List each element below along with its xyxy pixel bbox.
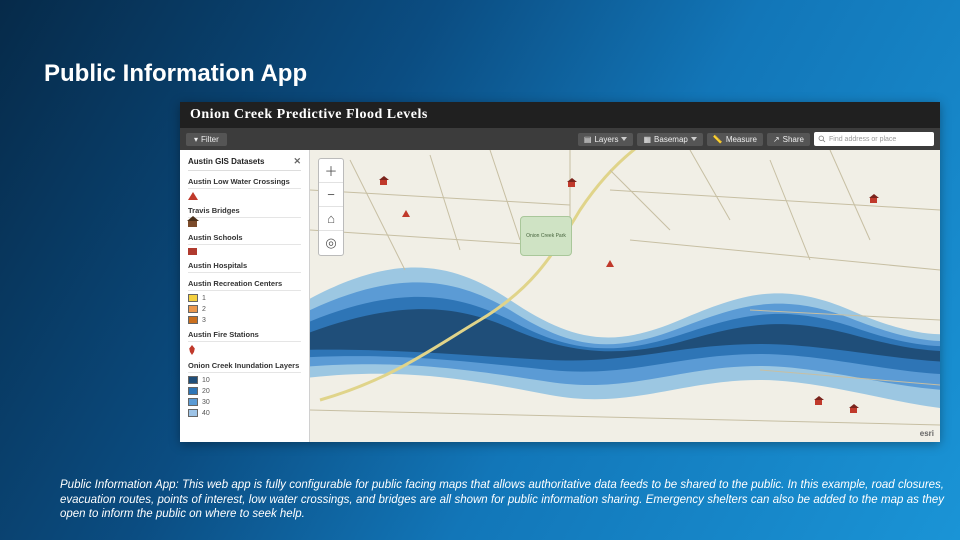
legend-item [188, 192, 301, 200]
chevron-down-icon [691, 137, 697, 141]
locate-button[interactable]: ◎ [319, 231, 343, 255]
flame-icon [188, 345, 196, 355]
attribution: esri [920, 429, 934, 438]
measure-label: Measure [726, 135, 757, 144]
school-marker[interactable] [850, 408, 857, 413]
basemap-label: Basemap [654, 135, 688, 144]
legend-swatch [188, 376, 198, 384]
school-marker[interactable] [815, 400, 822, 405]
share-button[interactable]: ↗ Share [767, 133, 810, 146]
share-label: Share [783, 135, 804, 144]
legend-label: 1 [202, 295, 206, 302]
legend-swatch [188, 316, 198, 324]
grid-icon: ▦ [643, 135, 651, 144]
legend-item: 30 [188, 398, 301, 406]
layers-icon: ▤ [584, 135, 592, 144]
close-icon[interactable]: ✕ [293, 156, 301, 167]
layer-group-label[interactable]: Austin Hospitals [188, 261, 301, 273]
legend-swatch [188, 305, 198, 313]
map-markers [310, 150, 940, 442]
legend-label: 2 [202, 306, 206, 313]
house-icon [188, 221, 197, 227]
filter-button[interactable]: ▾ Filter [186, 133, 227, 146]
crossing-marker[interactable] [606, 260, 614, 267]
legend-label: 30 [202, 399, 210, 406]
basemap-button[interactable]: ▦ Basemap [637, 133, 702, 146]
ruler-icon: 📏 [713, 135, 723, 144]
legend-swatch [188, 398, 198, 406]
legend-label: 20 [202, 388, 210, 395]
map-toolbar: ＋ − ⌂ ◎ [318, 158, 344, 256]
page-title: Public Information App [44, 60, 307, 88]
search-input[interactable]: Find address or place [814, 132, 934, 146]
app-titlebar: Onion Creek Predictive Flood Levels [180, 102, 940, 128]
measure-button[interactable]: 📏 Measure [707, 133, 763, 146]
legend-item: 40 [188, 409, 301, 417]
layer-group-label[interactable]: Austin Schools [188, 233, 301, 245]
search-icon [818, 135, 826, 143]
school-marker[interactable] [870, 198, 877, 203]
warning-triangle-icon [188, 192, 198, 200]
school-icon [188, 248, 197, 255]
layer-group-label[interactable]: Austin Recreation Centers [188, 279, 301, 291]
map-canvas[interactable]: Onion Creek Park ＋ − ⌂ ◎ esri [310, 150, 940, 442]
school-marker[interactable] [380, 180, 387, 185]
layer-group-label[interactable]: Austin Low Water Crossings [188, 177, 301, 189]
legend-item: 20 [188, 387, 301, 395]
layer-group-label[interactable]: Onion Creek Inundation Layers [188, 361, 301, 373]
legend-label: 3 [202, 317, 206, 324]
home-button[interactable]: ⌂ [319, 207, 343, 231]
layers-button[interactable]: ▤ Layers [578, 133, 634, 146]
funnel-icon: ▾ [194, 135, 198, 144]
legend-item [188, 221, 301, 227]
legend-item: 2 [188, 305, 301, 313]
caption-text: Public Information App: This web app is … [60, 478, 944, 522]
search-placeholder: Find address or place [829, 136, 896, 143]
layer-group-label[interactable]: Austin Fire Stations [188, 330, 301, 342]
layers-panel-heading: Austin GIS Datasets [188, 157, 264, 166]
legend-item: 1 [188, 294, 301, 302]
share-icon: ↗ [773, 135, 780, 144]
slide: Public Information App Onion Creek Predi… [0, 0, 960, 540]
school-marker[interactable] [568, 182, 575, 187]
legend-item: 10 [188, 376, 301, 384]
legend-swatch [188, 294, 198, 302]
crossing-marker[interactable] [402, 210, 410, 217]
legend-item: 3 [188, 316, 301, 324]
legend-swatch [188, 409, 198, 417]
legend-swatch [188, 387, 198, 395]
layers-label: Layers [594, 135, 618, 144]
legend-label: 10 [202, 377, 210, 384]
legend-item [188, 345, 301, 355]
legend-label: 40 [202, 410, 210, 417]
legend-item [188, 248, 301, 255]
chevron-down-icon [621, 137, 627, 141]
zoom-out-button[interactable]: − [319, 183, 343, 207]
zoom-in-button[interactable]: ＋ [319, 159, 343, 183]
app-screenshot: Onion Creek Predictive Flood Levels ▾ Fi… [180, 102, 940, 442]
app-toolbar: ▾ Filter ▤ Layers ▦ Basemap 📏 Measure ↗ … [180, 128, 940, 150]
layers-panel: Austin GIS Datasets ✕ Austin Low Water C… [180, 150, 310, 442]
filter-label: Filter [201, 135, 219, 144]
layer-group-label[interactable]: Travis Bridges [188, 206, 301, 218]
